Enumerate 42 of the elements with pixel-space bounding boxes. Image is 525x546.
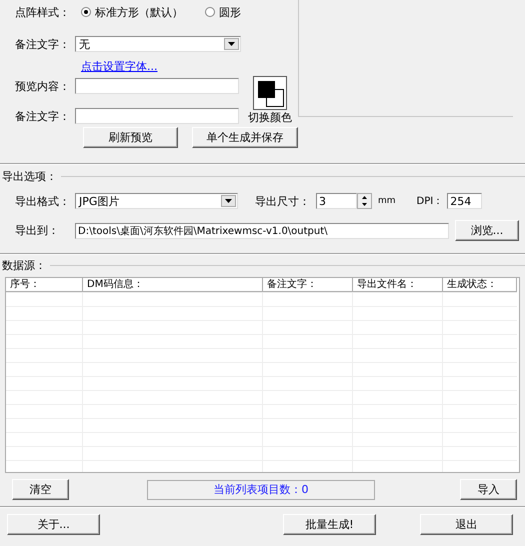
column-header[interactable]: DM码信息： bbox=[83, 278, 263, 292]
save-single-button[interactable]: 单个生成并保存 bbox=[192, 127, 298, 148]
dropdown-arrow-icon bbox=[225, 199, 232, 203]
field-label: 备注文字： bbox=[15, 36, 71, 52]
unit-label: mm bbox=[378, 196, 396, 206]
dropdown-arrow-icon bbox=[228, 42, 235, 46]
spinner-icon[interactable] bbox=[357, 193, 372, 209]
clear-button[interactable]: 清空 bbox=[12, 479, 69, 500]
set-font-link[interactable]: 点击设置字体... bbox=[81, 59, 158, 74]
field-label: 导出到： bbox=[15, 223, 60, 238]
input-field[interactable] bbox=[75, 78, 239, 94]
field-label: 导出尺寸： bbox=[255, 194, 311, 208]
column-header[interactable]: 导出文件名： bbox=[353, 278, 443, 292]
dropdown[interactable]: JPG图片 bbox=[75, 193, 238, 209]
exit-button[interactable]: 退出 bbox=[420, 514, 513, 535]
column-header[interactable]: 序号： bbox=[6, 278, 83, 292]
radio-button[interactable] bbox=[81, 7, 91, 17]
size-field[interactable]: 3 bbox=[316, 193, 357, 209]
path-field[interactable]: D:\tools\桌面\河东软件园\Matrixewmsc-v1.0\output\ bbox=[75, 222, 449, 238]
field-label: 点阵样式： bbox=[15, 4, 71, 20]
dpi-field[interactable]: 254 bbox=[447, 193, 482, 209]
radio-button[interactable] bbox=[205, 7, 215, 17]
radio-option[interactable]: 标准方形（默认） bbox=[81, 4, 183, 20]
browse-button[interactable]: 浏览... bbox=[455, 220, 519, 241]
input-field[interactable] bbox=[75, 108, 239, 124]
dropdown[interactable]: 无 bbox=[75, 36, 241, 52]
field-label: 备注文字： bbox=[15, 108, 71, 124]
about-button[interactable]: 关于... bbox=[7, 514, 100, 535]
batch-generate-button[interactable]: 批量生成! bbox=[283, 514, 376, 535]
field-label: 预览内容： bbox=[15, 78, 71, 94]
import-button[interactable]: 导入 bbox=[460, 479, 517, 500]
section-title: 导出选项： bbox=[1, 169, 57, 184]
column-header[interactable]: 生成状态： bbox=[443, 278, 517, 292]
refresh-preview-button[interactable]: 刷新预览 bbox=[83, 127, 178, 148]
field-label: 导出格式： bbox=[15, 194, 71, 208]
section-title: 数据源： bbox=[1, 258, 46, 273]
column-header[interactable]: 备注文字： bbox=[263, 278, 353, 292]
radio-option[interactable]: 圆形 bbox=[205, 4, 241, 20]
color-swap-icon[interactable] bbox=[253, 76, 287, 110]
item-count: 当前列表项目数：0 bbox=[147, 480, 375, 500]
color-swap-label: 切换颜色 bbox=[248, 110, 292, 125]
field-label: DPI： bbox=[416, 195, 444, 208]
